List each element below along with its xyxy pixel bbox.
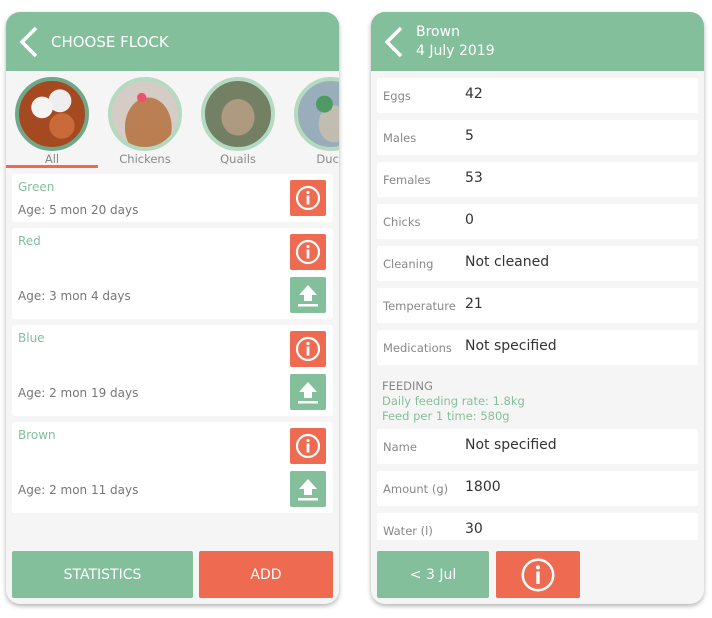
row-value: Not specified (465, 437, 557, 453)
detail-row-males[interactable]: Males 5 (377, 120, 698, 155)
row-value: Not cleaned (465, 254, 550, 270)
flock-age: Age: 2 mon 19 days (18, 386, 139, 400)
add-button[interactable]: ADD (199, 551, 333, 598)
row-label: Cleaning (383, 257, 434, 271)
header: CHOOSE FLOCK (6, 12, 339, 71)
feed-per-time: Feed per 1 time: 580g (382, 409, 510, 423)
flock-name: Brown (18, 428, 56, 442)
info-button[interactable] (290, 428, 326, 464)
row-label: Temperature (383, 299, 456, 313)
daily-feeding-rate: Daily feeding rate: 1.8kg (382, 394, 525, 408)
row-label: Males (383, 131, 417, 145)
flock-age: Age: 2 mon 11 days (18, 483, 139, 497)
row-label: Females (383, 173, 431, 187)
row-value: 30 (465, 521, 483, 537)
row-value: 0 (465, 212, 474, 228)
info-button[interactable] (290, 234, 326, 270)
row-value: 5 (465, 128, 474, 144)
upload-icon (298, 479, 318, 501)
detail-row-cleaning[interactable]: Cleaning Not cleaned (377, 246, 698, 281)
feeding-heading: FEEDING (382, 379, 433, 393)
chicken-image (108, 77, 182, 151)
flock-name: Blue (18, 331, 45, 345)
feeding-section: FEEDING Daily feeding rate: 1.8kg Feed p… (382, 379, 525, 424)
row-label: Name (383, 440, 417, 454)
flock-card[interactable]: Blue Age: 2 mon 19 days (12, 325, 333, 416)
feed-row-water[interactable]: Water (l) 30 (377, 513, 698, 540)
flock-age: Age: 3 mon 4 days (18, 289, 131, 303)
info-icon (295, 433, 321, 459)
feed-row-name[interactable]: Name Not specified (377, 429, 698, 464)
flock-name: Green (18, 180, 55, 194)
detail-row-eggs[interactable]: Eggs 42 (377, 78, 698, 113)
flock-card[interactable]: Red Age: 3 mon 4 days (12, 228, 333, 319)
quail-image (201, 77, 275, 151)
row-value: Not specified (465, 338, 557, 354)
info-icon (295, 336, 321, 362)
upload-icon (298, 382, 318, 404)
eggs-image (15, 77, 89, 151)
page-title: CHOOSE FLOCK (51, 33, 169, 51)
category-quails[interactable]: Quails (200, 77, 276, 166)
row-value: 21 (465, 296, 483, 312)
category-chickens[interactable]: Chickens (107, 77, 183, 166)
duck-image (294, 77, 339, 151)
flock-name: Red (18, 234, 41, 248)
info-button[interactable] (290, 331, 326, 367)
row-label: Chicks (383, 215, 421, 229)
category-label: Duck (316, 152, 339, 166)
back-arrow-icon[interactable] (383, 26, 405, 58)
category-carousel[interactable]: All Chickens Quails Duck (6, 74, 339, 170)
upload-button[interactable] (290, 277, 326, 313)
info-icon (295, 239, 321, 265)
category-all[interactable]: All (14, 77, 90, 166)
row-label: Water (l) (383, 524, 433, 538)
choose-flock-screen: CHOOSE FLOCK All Chickens Quails Duck Gr… (6, 12, 339, 604)
date: 4 July 2019 (416, 43, 495, 59)
info-button[interactable] (290, 180, 326, 216)
row-label: Eggs (383, 89, 411, 103)
category-label: Chickens (119, 152, 171, 166)
category-label: All (44, 152, 60, 166)
scroll-clip: Water (l) 30 (371, 513, 704, 540)
row-value: 53 (465, 170, 483, 186)
upload-icon (298, 285, 318, 307)
info-icon (295, 185, 321, 211)
category-duck[interactable]: Duck (293, 77, 339, 166)
active-tab-indicator (6, 165, 98, 168)
feed-row-amount[interactable]: Amount (g) 1800 (377, 471, 698, 506)
upload-button[interactable] (290, 374, 326, 410)
flock-age: Age: 5 mon 20 days (18, 203, 139, 217)
info-icon (521, 558, 555, 591)
row-value: 42 (465, 86, 483, 102)
detail-row-females[interactable]: Females 53 (377, 162, 698, 197)
category-label: Quails (220, 152, 256, 166)
upload-button[interactable] (290, 471, 326, 507)
flock-card[interactable]: Brown Age: 2 mon 11 days (12, 422, 333, 513)
detail-row-temperature[interactable]: Temperature 21 (377, 288, 698, 323)
detail-row-chicks[interactable]: Chicks 0 (377, 204, 698, 239)
previous-day-button[interactable]: < 3 Jul (377, 551, 489, 598)
info-button[interactable] (496, 551, 580, 598)
statistics-button[interactable]: STATISTICS (12, 551, 193, 598)
row-value: 1800 (465, 479, 501, 495)
header: Brown 4 July 2019 (371, 12, 704, 71)
row-label: Amount (g) (383, 482, 449, 496)
flock-detail-screen: Brown 4 July 2019 Eggs 42 Males 5 Females 5… (371, 12, 704, 604)
row-label: Medications (383, 341, 452, 355)
flock-card[interactable]: Green Age: 5 mon 20 days (12, 174, 333, 222)
detail-row-medications[interactable]: Medications Not specified (377, 330, 698, 365)
back-arrow-icon[interactable] (18, 26, 40, 58)
flock-title: Brown (416, 24, 460, 40)
